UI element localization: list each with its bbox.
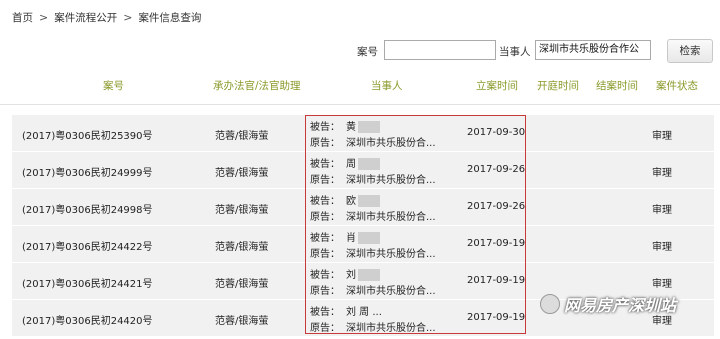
filing-date: 2017-09-26	[467, 164, 526, 175]
defendant-label: 被告：	[310, 196, 340, 207]
plaintiff-name: 深圳市共乐股份合...	[346, 138, 436, 149]
column-header-judge: 承办法官/法官助理	[213, 80, 301, 92]
plaintiff: 原告： 深圳市共乐股份合...	[310, 134, 436, 149]
defendant-label: 被告：	[310, 122, 340, 133]
plaintiff-label: 原告：	[310, 323, 340, 334]
filing-date: 2017-09-19	[467, 275, 526, 286]
case-number[interactable]: (2017)粤0306民初24420号	[22, 312, 153, 327]
party-input[interactable]: 深圳市共乐股份合作公	[535, 40, 651, 60]
defendant: 被告： 刘	[310, 266, 380, 281]
judge: 范蓉/银海萤	[215, 279, 269, 290]
judge: 范蓉/银海萤	[215, 205, 269, 216]
column-header-filing-date: 立案时间	[476, 80, 518, 92]
plaintiff: 原告： 深圳市共乐股份合...	[310, 319, 436, 334]
defendant-name: 刘	[346, 270, 356, 281]
defendant-name: 周	[346, 159, 356, 170]
defendant-label: 被告：	[310, 159, 340, 170]
filing-date: 2017-09-19	[467, 312, 526, 323]
breadcrumb-case-flow[interactable]: 案件流程公开	[54, 10, 117, 25]
case-no-input[interactable]	[384, 40, 496, 60]
case-status: 审理	[652, 242, 672, 253]
case-number[interactable]: (2017)粤0306民初24999号	[22, 164, 153, 179]
case-status: 审理	[652, 205, 672, 216]
plaintiff: 原告： 深圳市共乐股份合...	[310, 171, 436, 186]
search-button[interactable]: 检索	[667, 39, 713, 63]
column-header-status: 案件状态	[656, 80, 698, 92]
filing-date: 2017-09-26	[467, 201, 526, 212]
case-status: 审理	[652, 279, 672, 290]
breadcrumb-separator: >	[39, 11, 49, 24]
defendant: 被告： 肖	[310, 229, 380, 244]
column-header-closing-date: 结案时间	[596, 80, 638, 92]
judge: 范蓉/银海萤	[215, 242, 269, 253]
filing-date: 2017-09-30	[467, 127, 526, 138]
breadcrumb-separator: >	[123, 11, 133, 24]
defendant-name: 黄	[346, 122, 356, 133]
table-row[interactable]: (2017)粤0306民初24999号 范蓉/银海萤 被告： 周 原告： 深圳市共乐…	[12, 152, 714, 188]
defendant: 被告： 刘 周 ...	[310, 303, 382, 318]
defendant-name: 肖	[346, 233, 356, 244]
judge: 范蓉/银海萤	[215, 316, 269, 327]
case-number[interactable]: (2017)粤0306民初24421号	[22, 275, 153, 290]
defendant: 被告： 周	[310, 155, 380, 170]
breadcrumb-home[interactable]: 首页	[12, 10, 33, 25]
redaction-blur	[358, 195, 380, 207]
defendant-name: 刘 周 ...	[346, 307, 382, 318]
table-row[interactable]: (2017)粤0306民初24422号 范蓉/银海萤 被告： 肖 原告： 深圳市共乐…	[12, 226, 714, 262]
case-no-label: 案号	[357, 46, 378, 58]
judge: 范蓉/银海萤	[215, 168, 269, 179]
breadcrumb-case-query: 案件信息查询	[138, 12, 202, 24]
breadcrumb: 首页 > 案件流程公开 > 案件信息查询	[12, 10, 201, 25]
plaintiff: 原告： 深圳市共乐股份合...	[310, 208, 436, 223]
case-number[interactable]: (2017)粤0306民初24998号	[22, 201, 153, 216]
column-header-case-no: 案号	[103, 80, 124, 92]
plaintiff-label: 原告：	[310, 212, 340, 223]
table-row[interactable]: (2017)粤0306民初24998号 范蓉/银海萤 被告： 欧 原告： 深圳市共乐…	[12, 189, 714, 225]
plaintiff-name: 深圳市共乐股份合...	[346, 323, 436, 334]
filing-date: 2017-09-19	[467, 238, 526, 249]
column-header-hearing-date: 开庭时间	[537, 80, 579, 92]
plaintiff-name: 深圳市共乐股份合...	[346, 286, 436, 297]
plaintiff: 原告： 深圳市共乐股份合...	[310, 282, 436, 297]
plaintiff-name: 深圳市共乐股份合...	[346, 249, 436, 260]
defendant-label: 被告：	[310, 270, 340, 281]
redaction-blur	[358, 232, 380, 244]
search-bar: 案号 当事人 深圳市共乐股份合作公 检索	[0, 39, 720, 63]
case-status: 审理	[652, 131, 672, 142]
column-header-party: 当事人	[371, 80, 403, 92]
plaintiff-label: 原告：	[310, 286, 340, 297]
watermark-text: 网易房产深圳站	[564, 296, 677, 315]
party-label: 当事人	[499, 46, 531, 58]
wechat-logo-icon	[540, 294, 560, 314]
plaintiff: 原告： 深圳市共乐股份合...	[310, 245, 436, 260]
defendant-label: 被告：	[310, 307, 340, 318]
plaintiff-label: 原告：	[310, 138, 340, 149]
plaintiff-label: 原告：	[310, 175, 340, 186]
defendant-label: 被告：	[310, 233, 340, 244]
plaintiff-name: 深圳市共乐股份合...	[346, 212, 436, 223]
case-number[interactable]: (2017)粤0306民初24422号	[22, 238, 153, 253]
defendant: 被告： 欧	[310, 192, 380, 207]
redaction-blur	[358, 269, 380, 281]
redaction-blur	[358, 121, 380, 133]
case-status: 审理	[652, 168, 672, 179]
defendant: 被告： 黄	[310, 118, 380, 133]
table-header: 案号 承办法官/法官助理 当事人 立案时间 开庭时间 结案时间 案件状态	[0, 70, 720, 105]
redaction-blur	[358, 158, 380, 170]
judge: 范蓉/银海萤	[215, 131, 269, 142]
case-number[interactable]: (2017)粤0306民初25390号	[22, 127, 153, 142]
plaintiff-label: 原告：	[310, 249, 340, 260]
table-row[interactable]: (2017)粤0306民初25390号 范蓉/银海萤 被告： 黄 原告： 深圳市共乐…	[12, 115, 714, 151]
defendant-name: 欧	[346, 196, 356, 207]
plaintiff-name: 深圳市共乐股份合...	[346, 175, 436, 186]
watermark: 网易房产深圳站	[540, 292, 676, 316]
